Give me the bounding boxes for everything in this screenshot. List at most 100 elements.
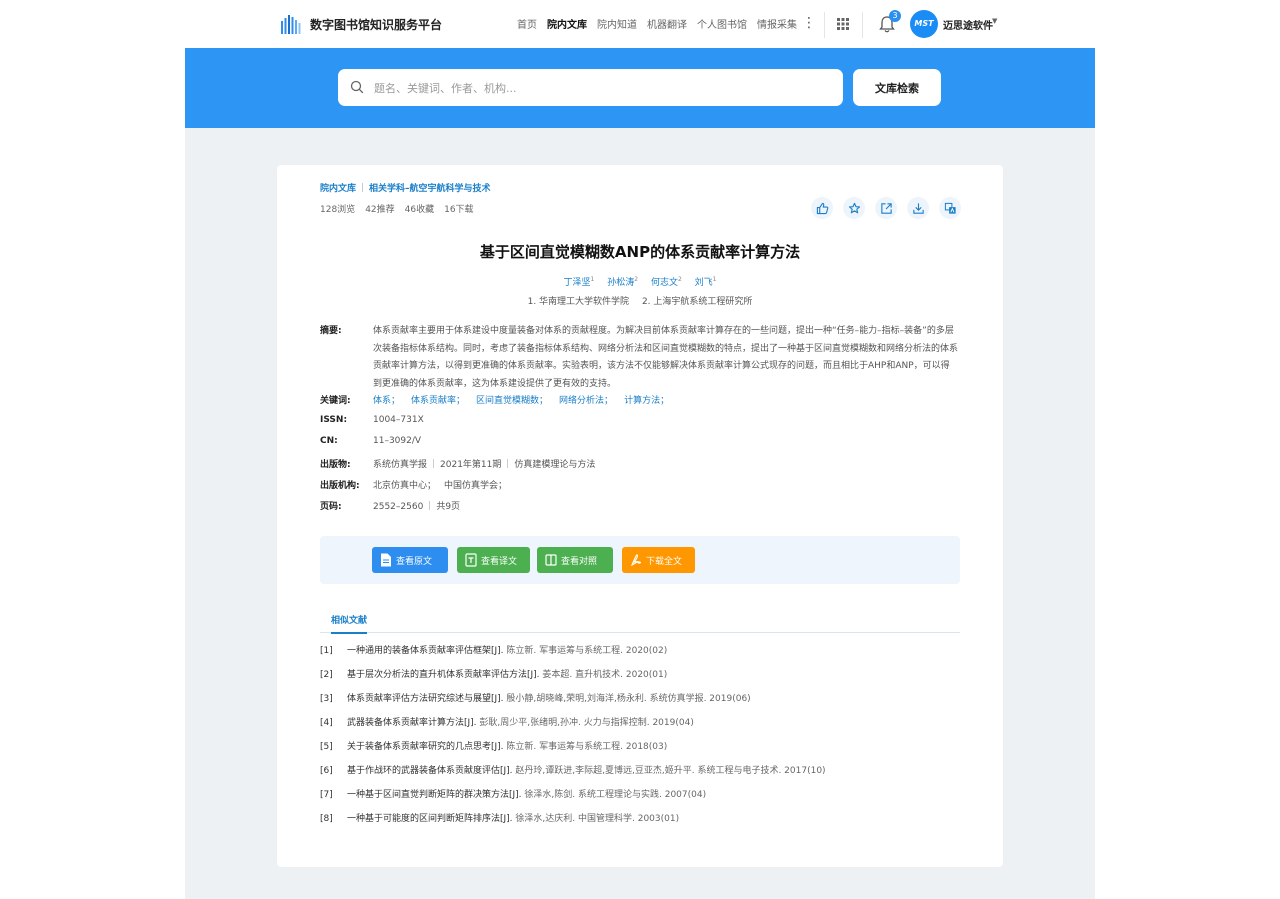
nav-library[interactable]: 院内文库 [547,16,587,31]
divider [433,459,435,468]
favorite-button[interactable] [843,197,865,219]
search-input[interactable] [374,77,824,99]
list-item[interactable]: [4] 武器装备体系贡献率计算方法[J]. 彭耿,周少平,张绪明,孙冲. 火力与指… [320,715,694,728]
cn-label: CN: [320,436,338,446]
ref-source: 赵丹玲,谭跃进,李际超,夏博远,豆亚杰,姬升平. 系统工程与电子技术. 2017… [515,766,826,776]
divider [862,12,863,38]
more-vertical-icon[interactable]: ⋮ [802,13,816,33]
abstract-label: 摘要: [320,326,342,336]
apps-grid-icon[interactable] [835,16,851,32]
ref-title: 体系贡献率评估方法研究综述与展望[J]. [347,694,504,704]
ref-index: [1] [320,646,333,656]
view-translation-button[interactable]: 查看译文 [457,547,530,573]
list-item[interactable]: [6] 基于作战环的武器装备体系贡献度评估[J]. 赵丹玲,谭跃进,李际超,夏博远… [320,763,826,776]
share-button[interactable] [875,197,897,219]
ref-index: [3] [320,694,333,704]
keyword-link[interactable]: 区间直觉模糊数； [476,396,548,406]
author[interactable]: 孙松涛2 [607,276,639,288]
translate-button[interactable] [939,197,961,219]
download-icon [912,202,924,214]
list-item[interactable]: [7] 一种基于区间直觉判断矩阵的群决策方法[J]. 徐泽水,陈剑. 系统工程理论… [320,787,706,800]
keyword-link[interactable]: 网络分析法； [559,396,613,406]
keyword-link[interactable]: 体系； [373,396,400,406]
nav-qa[interactable]: 院内知道 [597,16,637,31]
divider [824,12,825,38]
ref-source: 彭耿,周少平,张绪明,孙冲. 火力与指挥控制. 2019(04) [479,718,694,728]
share-icon [880,202,892,214]
author[interactable]: 何志文2 [650,276,682,288]
keywords-label: 关键词: [320,396,351,406]
compare-icon [545,554,557,566]
like-icon [816,202,828,214]
ref-index: [8] [320,814,333,824]
keyword-link[interactable]: 计算方法； [624,396,669,406]
author-name: 丁泽坚 [563,278,591,288]
nav-personal-library[interactable]: 个人图书馆 [697,16,747,31]
download-full-text-button[interactable]: 下载全文 [622,547,695,573]
affiliation-index: 2 [634,276,639,283]
column: 仿真建模理论与方法 [514,460,596,470]
user-name[interactable]: 迈思途软件 [943,17,993,32]
publication-label: 出版物: [320,460,351,470]
ref-source: 姜本超. 直升机技术. 2020(01) [542,670,668,680]
breadcrumb: 院内文库 相关学科–航空宇航科学与技术 [320,181,491,194]
like-button[interactable] [811,197,833,219]
pages-label: 页码: [320,502,342,512]
list-item[interactable]: [3] 体系贡献率评估方法研究综述与展望[J]. 殷小静,胡晓峰,荣明,刘海洋,杨… [320,691,751,704]
ref-title: 基于作战环的武器装备体系贡献度评估[J]. [347,766,513,776]
nav-intel-collection[interactable]: 情报采集 [757,16,797,31]
publisher-list: 北京仿真中心； 中国仿真学会； [373,478,507,491]
affiliation-index: 1 [712,276,717,283]
abstract-text: 体系贡献率主要用于体系建设中度量装备对体系的贡献程度。为解决目前体系贡献率计算存… [373,326,959,389]
author[interactable]: 刘飞1 [695,276,717,288]
translate-icon [944,202,956,214]
list-item[interactable]: [8] 一种基于可能度的区间判断矩阵排序法[J]. 徐泽水,达庆利. 中国管理科学… [320,811,679,824]
view-original-button[interactable]: 查看原文 [372,547,448,573]
avatar[interactable]: MST [910,10,938,38]
chevron-down-icon[interactable]: ▼ [992,17,997,25]
ref-index: [5] [320,742,333,752]
top-bar: 数字图书馆知识服务平台 首页 院内文库 院内知道 机器翻译 个人图书馆 情报采集… [0,0,1280,48]
article-stats: 128浏览 42推荐 46收藏 16下载 [320,202,484,215]
breadcrumb-library[interactable]: 院内文库 [320,181,356,194]
issn-value: 1004–731X [373,415,424,425]
nav-home[interactable]: 首页 [517,16,537,31]
stat-views: 128浏览 [320,205,356,215]
stat-downloads: 16下载 [444,205,474,215]
author[interactable]: 丁泽坚1 [563,276,595,288]
main-nav: 首页 院内文库 院内知道 机器翻译 个人图书馆 情报采集 [517,16,807,31]
list-item[interactable]: [1] 一种通用的装备体系贡献率评估框架[J]. 陈立新. 军事运筹与系统工程. … [320,643,667,656]
author-list: 丁泽坚1 孙松涛2 何志文2 刘飞1 [277,275,1003,288]
author-name: 孙松涛 [607,278,635,288]
main-content: 文库检索 院内文库 相关学科–航空宇航科学与技术 128浏览 42推荐 46收藏… [185,48,1095,899]
library-logo-icon [281,15,301,34]
notification-badge: 3 [889,10,901,22]
search-icon [350,80,364,94]
article-actions [811,197,971,219]
article-card: 院内文库 相关学科–航空宇航科学与技术 128浏览 42推荐 46收藏 16下载 [277,165,1003,867]
ref-title: 基于层次分析法的直升机体系贡献率评估方法[J]. [347,670,540,680]
pages-info: 2552–2560 共9页 [373,499,460,512]
action-button-bar: 查看原文 查看译文 查看对照 下载全文 [320,536,960,584]
library-search-button[interactable]: 文库检索 [853,69,941,106]
ref-index: [2] [320,670,333,680]
list-item[interactable]: [5] 关于装备体系贡献率研究的几点思考[J]. 陈立新. 军事运筹与系统工程. … [320,739,667,752]
keyword-list: 体系； 体系贡献率； 区间直觉模糊数； 网络分析法； 计算方法； [373,393,680,406]
affiliation: 1. 华南理工大学软件学院 [527,297,630,307]
page-count: 共9页 [436,502,461,512]
tab-similar-literature[interactable]: 相似文献 [331,613,368,634]
cn-value: 11–3092/V [373,436,422,446]
keyword-link[interactable]: 体系贡献率； [411,396,465,406]
view-comparison-button[interactable]: 查看对照 [537,547,613,573]
search-box [338,69,843,106]
ref-source: 殷小静,胡晓峰,荣明,刘海洋,杨永利. 系统仿真学报. 2019(06) [506,694,751,704]
author-name: 何志文 [650,278,678,288]
logo[interactable]: 数字图书馆知识服务平台 [280,12,442,36]
list-item[interactable]: [2] 基于层次分析法的直升机体系贡献率评估方法[J]. 姜本超. 直升机技术. … [320,667,667,680]
article-title: 基于区间直觉模糊数ANP的体系贡献率计算方法 [479,243,801,261]
breadcrumb-subject[interactable]: 相关学科–航空宇航科学与技术 [369,181,491,194]
translation-doc-icon [465,553,477,567]
download-button[interactable] [907,197,929,219]
journal-name[interactable]: 系统仿真学报 [373,460,427,470]
nav-machine-translation[interactable]: 机器翻译 [647,16,687,31]
